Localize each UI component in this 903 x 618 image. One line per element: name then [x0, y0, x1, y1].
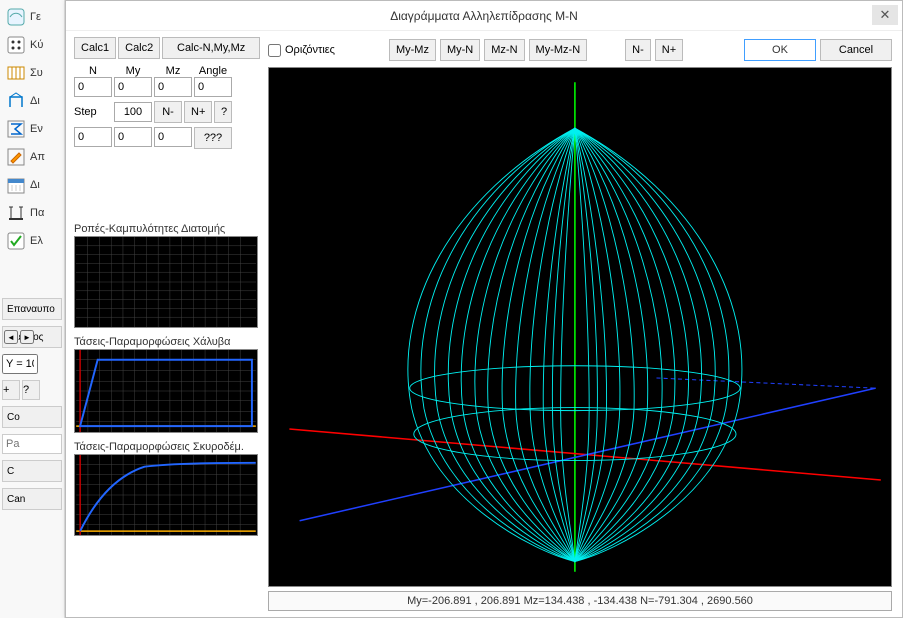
background-sidebar: Γε Κύ Συ Δι Εν Απ Δι Πα Ελ ◄ ► Επαναυπο … [0, 0, 65, 618]
bg-icon-list: Γε Κύ Συ Δι Εν Απ Δι Πα Ελ [0, 0, 64, 258]
plot1-title: Ροπές-Καμπυλότητες Διατομής [74, 223, 260, 235]
mz-n-button[interactable]: Mz-N [484, 39, 524, 61]
dice-icon [6, 35, 26, 55]
close-button[interactable]: ✕ [872, 5, 898, 25]
row3-a[interactable] [74, 127, 112, 147]
interaction-diagram-dialog: Διαγράμματα Αλληλεπίδρασης M-N ✕ Calc1 C… [65, 0, 903, 618]
my-mz-button[interactable]: My-Mz [389, 39, 436, 61]
bg-can[interactable]: Can [2, 488, 62, 510]
step-label: Step [74, 106, 112, 118]
3d-viewport[interactable] [268, 67, 892, 587]
bg-item-3[interactable]: Δι [2, 88, 62, 114]
status-text: My=-206.891 , 206.891 Mz=134.438 , -134.… [407, 595, 753, 607]
label-angle: Angle [194, 65, 232, 77]
horizontal-checkbox-input[interactable] [268, 44, 281, 57]
bg-item-0[interactable]: Γε [2, 4, 62, 30]
scroll-left[interactable]: ◄ [4, 330, 18, 344]
step-help-button[interactable]: ? [214, 101, 232, 123]
moment-curvature-plot [74, 236, 258, 328]
input-n[interactable] [74, 77, 112, 97]
label-n: N [74, 65, 112, 77]
bg-item-label: Εν [30, 123, 43, 135]
my-n-button[interactable]: My-N [440, 39, 480, 61]
steel-stress-strain-plot [74, 349, 258, 433]
bg-item-label: Δι [30, 179, 40, 191]
plus-button[interactable]: + [2, 380, 20, 400]
cancel-button[interactable]: Cancel [820, 39, 892, 61]
bg-item-label: Πα [30, 207, 44, 219]
ok-button[interactable]: OK [744, 39, 816, 61]
status-bar: My=-206.891 , 206.891 Mz=134.438 , -134.… [268, 591, 892, 611]
bg-item-label: Δι [30, 95, 40, 107]
y-input[interactable] [2, 354, 38, 374]
bg-item-7[interactable]: Πα [2, 200, 62, 226]
calc2-button[interactable]: Calc2 [118, 37, 160, 59]
step-n-plus-button[interactable]: N+ [184, 101, 212, 123]
bg-item-label: Ελ [30, 235, 43, 247]
generic-icon [6, 7, 26, 27]
horizontal-checkbox[interactable]: Οριζόντιες [268, 44, 335, 57]
input-angle[interactable] [194, 77, 232, 97]
left-panel: Calc1 Calc2 Calc-N,My,Mz N My Mz Angle S… [66, 31, 264, 617]
sigma-icon [6, 119, 26, 139]
my-mz-n-button[interactable]: My-Mz-N [529, 39, 588, 61]
bg-item-8[interactable]: Ελ [2, 228, 62, 254]
bg-item-label: Γε [30, 11, 41, 23]
edit-icon [6, 147, 26, 167]
dialog-title: Διαγράμματα Αλληλεπίδρασης M-N [390, 9, 578, 23]
row3-b[interactable] [114, 127, 152, 147]
calc1-button[interactable]: Calc1 [74, 37, 116, 59]
horizontal-checkbox-label: Οριζόντιες [285, 44, 335, 56]
calc-nmymz-button[interactable]: Calc-N,My,Mz [162, 37, 260, 59]
label-my: My [114, 65, 152, 77]
check-icon [6, 231, 26, 251]
plot3-title: Τάσεις-Παραμορφώσεις Σκυροδέμ. [74, 441, 260, 453]
bg-item-label: Συ [30, 67, 43, 79]
bg-c[interactable]: C [2, 460, 62, 482]
pa-input[interactable] [2, 434, 62, 454]
qqq-button[interactable]: ??? [194, 127, 232, 149]
row3-c[interactable] [154, 127, 192, 147]
interaction-surface-icon [269, 68, 891, 586]
n-plus-button[interactable]: N+ [655, 39, 683, 61]
bg-item-4[interactable]: Εν [2, 116, 62, 142]
titlebar: Διαγράμματα Αλληλεπίδρασης M-N ✕ [66, 1, 902, 31]
bg-item-5[interactable]: Απ [2, 144, 62, 170]
bg-item-1[interactable]: Κύ [2, 32, 62, 58]
input-mz[interactable] [154, 77, 192, 97]
bg-item-6[interactable]: Δι [2, 172, 62, 198]
bg-item-label: Απ [30, 151, 45, 163]
bg-btn-1[interactable]: Επαναυπο [2, 298, 62, 320]
frame-icon [6, 91, 26, 111]
n-minus-button[interactable]: N- [625, 39, 651, 61]
panel-icon [6, 63, 26, 83]
right-panel: Οριζόντιες My-Mz My-N Mz-N My-Mz-N N- N+… [264, 31, 902, 617]
top-toolbar: Οριζόντιες My-Mz My-N Mz-N My-Mz-N N- N+… [268, 37, 892, 63]
plot2-title: Τάσεις-Παραμορφώσεις Χάλυβα [74, 336, 260, 348]
beam-icon [6, 203, 26, 223]
bg-item-label: Κύ [30, 39, 43, 51]
bg-co[interactable]: Co [2, 406, 62, 428]
label-mz: Mz [154, 65, 192, 77]
bg-item-2[interactable]: Συ [2, 60, 62, 86]
input-my[interactable] [114, 77, 152, 97]
scroll-arrows: ◄ ► [4, 330, 34, 344]
scroll-right[interactable]: ► [20, 330, 34, 344]
step-input[interactable] [114, 102, 152, 122]
concrete-stress-strain-plot [74, 454, 258, 536]
q-button[interactable]: ? [22, 380, 40, 400]
calendar-icon [6, 175, 26, 195]
step-n-minus-button[interactable]: N- [154, 101, 182, 123]
